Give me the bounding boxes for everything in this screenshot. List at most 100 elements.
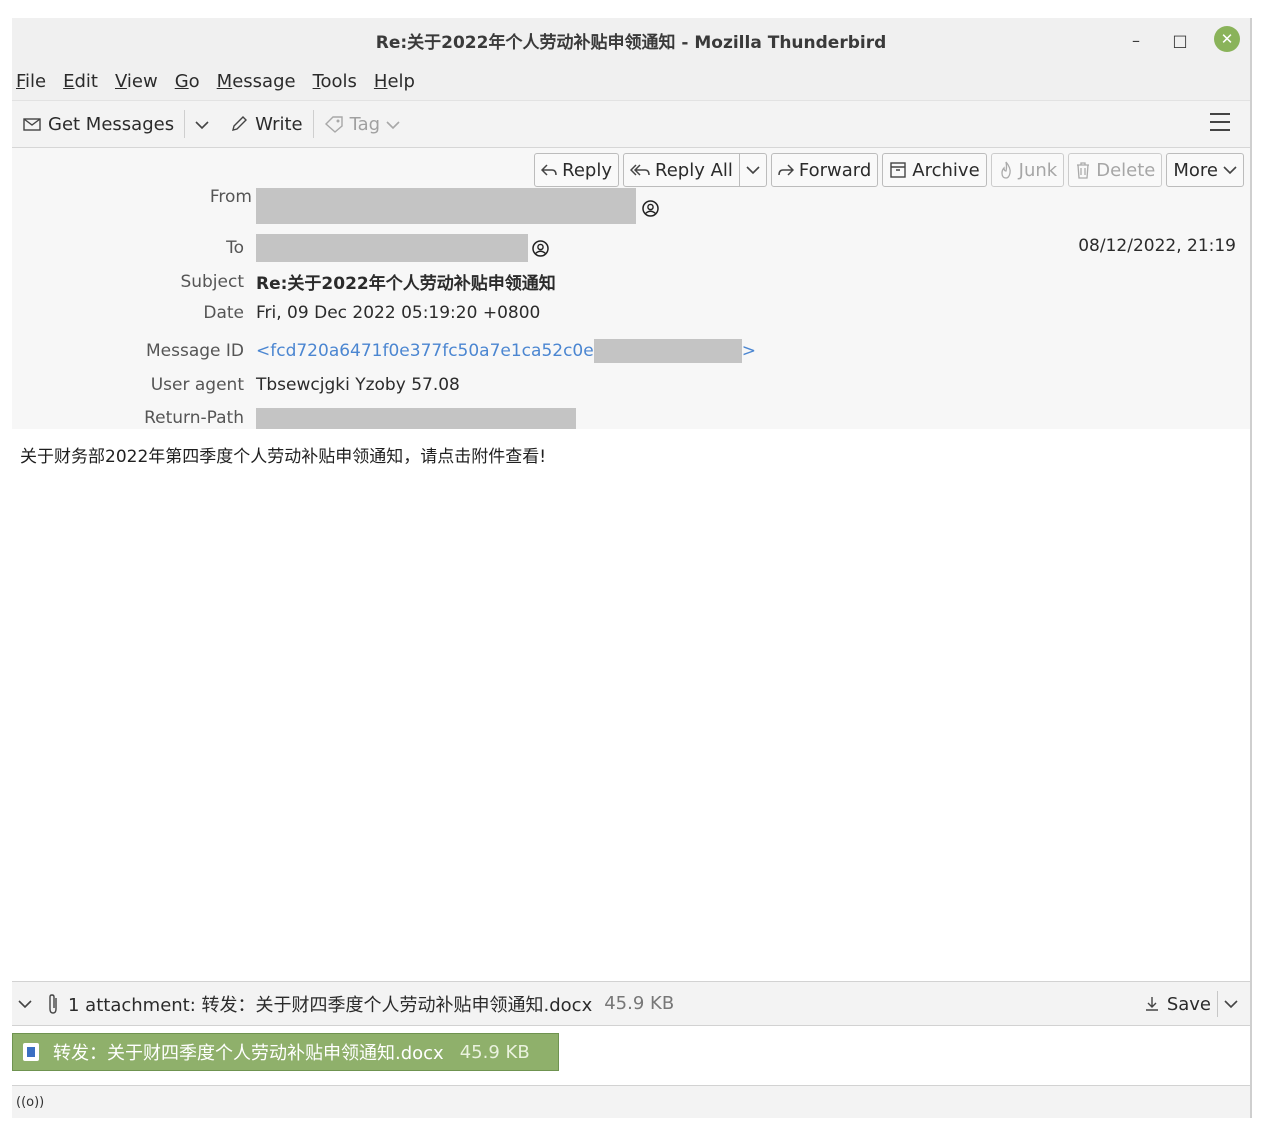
attachment-list: 转发：关于财四季度个人劳动补贴申领通知.docx 45.9 KB	[12, 1026, 1250, 1086]
more-button[interactable]: More	[1166, 153, 1244, 187]
menu-file-label: ile	[25, 70, 47, 92]
chevron-down-icon[interactable]	[1217, 991, 1238, 1017]
tag-button[interactable]: Tag	[320, 108, 404, 140]
from-redacted	[256, 188, 636, 224]
save-button[interactable]: Save	[1145, 988, 1238, 1020]
reply-icon	[541, 163, 557, 177]
chevron-down-icon[interactable]	[18, 999, 32, 1009]
write-button[interactable]: Write	[225, 108, 307, 140]
header-subject-row: Subject Re:关于2022年个人劳动补贴申领通知	[12, 269, 555, 295]
message-actions: Reply Reply All Forward Archive Junk Del…	[534, 153, 1244, 187]
user-agent-label: User agent	[150, 375, 244, 395]
trash-icon	[1075, 161, 1091, 179]
get-messages-label: Get Messages	[48, 113, 175, 135]
header-to-row: To	[12, 234, 549, 262]
message-header: Reply Reply All Forward Archive Junk Del…	[12, 148, 1250, 430]
save-label: Save	[1166, 993, 1211, 1015]
junk-button[interactable]: Junk	[990, 153, 1065, 187]
get-messages-dropdown[interactable]	[191, 108, 213, 140]
menu-go-accel: G	[174, 70, 189, 92]
to-label: To	[226, 238, 244, 258]
reply-all-label: Reply All	[655, 159, 733, 181]
forward-icon	[778, 163, 794, 177]
word-document-icon	[23, 1043, 39, 1061]
menu-message[interactable]: Message	[217, 71, 296, 92]
reply-all-button[interactable]: Reply All	[623, 153, 767, 187]
delete-button[interactable]: Delete	[1068, 153, 1163, 187]
message-body[interactable]: 关于财务部2022年第四季度个人劳动补贴申领通知，请点击附件查看!	[12, 429, 1250, 981]
menu-file-accel: F	[16, 70, 26, 92]
window-title: Re:关于2022年个人劳动补贴申领通知 - Mozilla Thunderbi…	[375, 32, 887, 53]
reply-label: Reply	[562, 159, 613, 181]
message-id-label: Message ID	[145, 341, 244, 361]
chevron-down-icon[interactable]	[738, 154, 760, 186]
menu-bar: File Edit View Go Message Tools Help	[12, 62, 1250, 100]
reply-all-icon	[630, 163, 650, 177]
menu-edit-label: dit	[74, 70, 98, 92]
header-date-row: Date Fri, 09 Dec 2022 05:19:20 +0800	[12, 303, 540, 323]
menu-message-label: essage	[232, 70, 296, 92]
status-bar: ((o))	[12, 1086, 1250, 1118]
fire-icon	[998, 161, 1014, 179]
download-icon	[1145, 996, 1159, 1012]
chevron-down-icon	[195, 114, 209, 135]
get-messages-button[interactable]: Get Messages	[18, 108, 178, 140]
header-user-agent-row: User agent Tbsewcjgki Yzoby 57.08	[12, 375, 460, 395]
toolbar-separator	[312, 110, 314, 138]
date-value: Fri, 09 Dec 2022 05:19:20 +0800	[256, 303, 541, 323]
envelope-download-icon	[22, 116, 42, 132]
attachment-name: 转发：关于财四季度个人劳动补贴申领通知.docx	[53, 1043, 444, 1064]
menu-view-accel: V	[114, 70, 127, 92]
attachment-bar[interactable]: 1 attachment: 转发：关于财四季度个人劳动补贴申领通知.docx 4…	[12, 981, 1250, 1026]
toolbar-separator	[184, 110, 186, 138]
pencil-icon	[229, 115, 249, 133]
thunderbird-window: Re:关于2022年个人劳动补贴申领通知 - Mozilla Thunderbi…	[12, 18, 1252, 1118]
header-from-row: From	[12, 187, 659, 224]
title-bar: Re:关于2022年个人劳动补贴申领通知 - Mozilla Thunderbi…	[12, 18, 1250, 62]
menu-go[interactable]: Go	[175, 71, 200, 92]
body-text: 关于财务部2022年第四季度个人劳动补贴申领通知，请点击附件查看!	[20, 447, 547, 467]
archive-icon	[889, 161, 907, 179]
write-label: Write	[255, 113, 303, 135]
attachment-size: 45.9 KB	[459, 1041, 530, 1063]
attachment-summary: 1 attachment: 转发：关于财四季度个人劳动补贴申领通知.docx	[68, 994, 593, 1016]
close-button[interactable]: ✕	[1214, 26, 1240, 52]
menu-help-label: elp	[387, 70, 415, 92]
message-id-end[interactable]: >	[742, 341, 756, 361]
maximize-button[interactable]: □	[1166, 26, 1194, 54]
return-path-redacted	[256, 408, 576, 430]
date-label: Date	[203, 303, 244, 323]
main-toolbar: Get Messages Write Tag	[12, 100, 1250, 148]
menu-message-accel: M	[216, 70, 233, 92]
online-status-icon[interactable]: ((o))	[16, 1095, 44, 1110]
header-return-path-row: Return-Path	[12, 408, 576, 430]
menu-edit[interactable]: Edit	[63, 71, 98, 92]
archive-label: Archive	[912, 159, 980, 181]
menu-help-accel: H	[373, 70, 388, 92]
menu-view[interactable]: View	[115, 71, 158, 92]
reply-button[interactable]: Reply	[534, 153, 620, 187]
forward-label: Forward	[798, 159, 872, 181]
message-id-redacted	[593, 339, 742, 363]
minimize-button[interactable]: –	[1122, 26, 1150, 54]
archive-button[interactable]: Archive	[882, 153, 987, 187]
tag-icon	[324, 115, 344, 133]
subject-label: Subject	[180, 271, 244, 292]
message-id-link[interactable]: <fcd720a6471f0e377fc50a7e1ca52c0e	[256, 341, 594, 361]
paperclip-icon	[46, 993, 60, 1015]
from-label: From	[209, 187, 252, 207]
menu-file[interactable]: File	[16, 71, 46, 92]
chevron-down-icon	[1223, 165, 1237, 175]
received-date: 08/12/2022, 21:19	[1078, 236, 1236, 256]
attachment-item[interactable]: 转发：关于财四季度个人劳动补贴申领通知.docx 45.9 KB	[12, 1033, 559, 1071]
menu-help[interactable]: Help	[374, 71, 415, 92]
forward-button[interactable]: Forward	[770, 153, 879, 187]
contact-icon[interactable]	[532, 239, 549, 257]
app-menu-icon[interactable]	[1210, 113, 1230, 131]
user-agent-value: Tbsewcjgki Yzoby 57.08	[256, 375, 460, 395]
menu-edit-accel: E	[63, 70, 75, 92]
more-label: More	[1173, 159, 1218, 181]
contact-icon[interactable]	[642, 199, 659, 217]
menu-tools[interactable]: Tools	[313, 71, 357, 92]
delete-label: Delete	[1096, 159, 1156, 181]
